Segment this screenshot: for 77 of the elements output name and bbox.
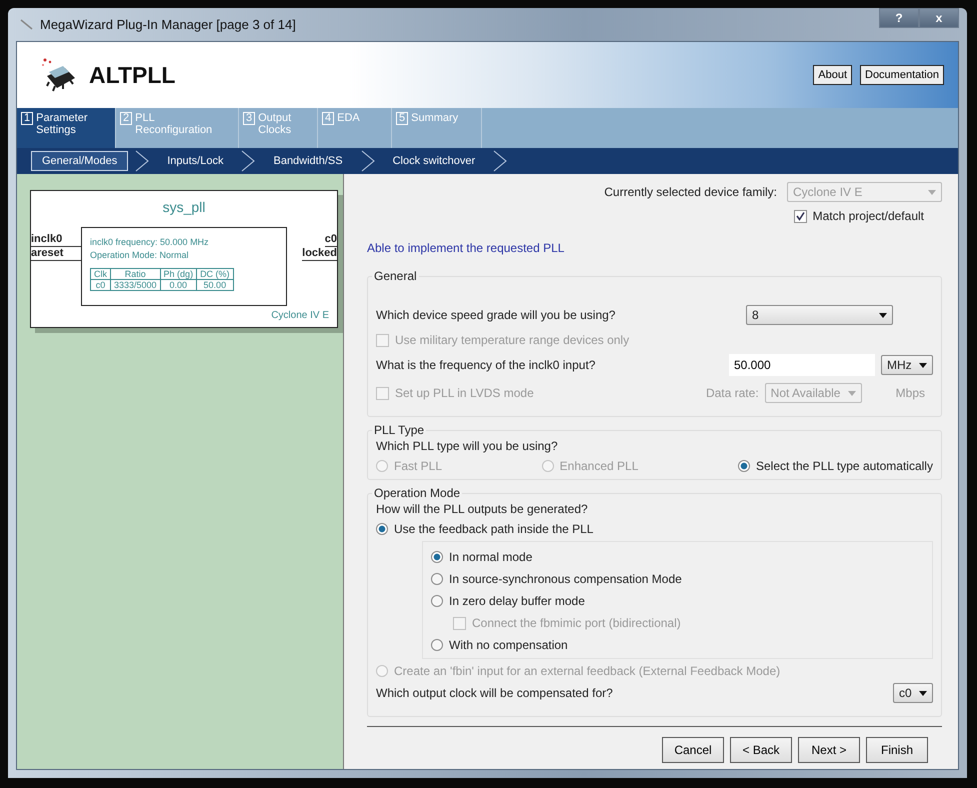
port-label: locked [302,247,337,261]
caret-icon [848,390,856,396]
table-cell: 3333/5000 [110,280,160,290]
wand-icon [20,18,34,30]
family-label: Currently selected device family: [604,185,777,199]
app-title: ALTPLL [89,62,176,88]
chevron-icon [492,149,508,173]
subtab[interactable]: General/Modes [31,151,128,171]
column-header: Clk [90,268,110,280]
column-header: Ratio [110,268,160,280]
subtab[interactable]: Clock switchover [382,151,486,171]
radio-label: In normal mode [449,550,532,564]
frequency-input[interactable]: 50.000 [729,354,875,376]
window-title: MegaWizard Plug-In Manager [page 3 of 14] [40,17,296,32]
field-label: Which device speed grade will you be using? [376,308,616,322]
table-cell: 50.00 [196,280,234,290]
block-name: sys_pll [162,199,206,215]
checkbox-label: Use military temperature range devices only [395,333,630,347]
radio-label: Fast PLL [394,459,442,473]
close-button[interactable]: x [919,8,959,28]
radio-button[interactable] [376,523,388,535]
wizard-button[interactable]: Cancel [662,737,724,763]
subtab[interactable]: Inputs/Lock [156,151,234,171]
question-text: How will the PLL outputs be generated? [376,502,589,516]
wizard-button[interactable]: < Back [730,737,792,763]
group-title: PLL Type [373,423,426,437]
question-text: Which PLL type will you be using? [376,439,559,453]
unit-dropdown[interactable]: MHz [881,355,933,375]
radio-button[interactable] [431,639,443,651]
info-text: inclk0 frequency: 50.000 MHz [90,236,210,249]
radio-label: In zero delay buffer mode [449,594,585,608]
help-button[interactable]: ? [879,8,919,28]
wizard-button[interactable]: Next > [798,737,860,763]
column-header: DC (%) [196,268,234,280]
subtab[interactable]: Bandwidth/SS [262,151,354,171]
chevron-icon [360,149,376,173]
caret-icon [919,362,927,368]
group-title: General [373,269,418,283]
caret-icon [879,312,887,318]
radio-label: In source-synchronous compensation Mode [449,572,682,586]
radio-button[interactable] [431,595,443,607]
field-label: What is the frequency of the inclk0 input? [376,358,596,372]
radio-button[interactable] [431,551,443,563]
speed-dropdown[interactable]: 8 [746,305,893,325]
radio-button[interactable] [431,573,443,585]
field-label: Data rate: [706,386,759,400]
radio-label: Select the PLL type automatically [756,459,933,473]
wizard-tab[interactable]: 1 Parameter Settings [17,108,116,148]
device-label: Cyclone IV E [270,310,330,321]
info-text: Operation Mode: Normal [90,249,190,262]
checkbox-label: Connect the fbmimic port (bidirectional) [472,616,681,630]
radio-label: Create an 'fbin' input for an external feedback (External Feedback Mode) [394,664,780,678]
field-label: Which output clock will be compensated for? [376,686,614,700]
table-cell: c0 [90,280,110,290]
radio-label: Use the feedback path inside the PLL [394,522,594,536]
match-checkbox[interactable] [794,210,807,222]
clock-dropdown[interactable]: c0 [893,683,933,703]
column-header: Ph (dg) [160,268,197,280]
port-label: inclk0 [31,233,81,247]
status-message: Able to implement the requested PLL [367,241,566,255]
chevron-icon [134,149,150,173]
unit-label: Mbps [896,386,925,400]
radio-label: Enhanced PLL [560,459,638,473]
radio-label: With no compensation [449,638,568,652]
checkbox-label: Match project/default [812,209,924,223]
port-label: c0 [324,233,337,247]
caret-icon [928,190,936,194]
chevron-icon [240,149,256,173]
port-label: areset [31,247,81,261]
checkbox-label: Set up PLL in LVDS mode [395,386,535,400]
wizard-button[interactable]: Finish [866,737,928,763]
caret-icon [919,690,927,696]
header-button[interactable]: Documentation [860,65,944,85]
header-button[interactable]: About [813,65,852,85]
radio-button[interactable] [738,460,750,472]
table-cell: 0.00 [160,280,197,290]
group-title: Operation Mode [373,486,462,500]
